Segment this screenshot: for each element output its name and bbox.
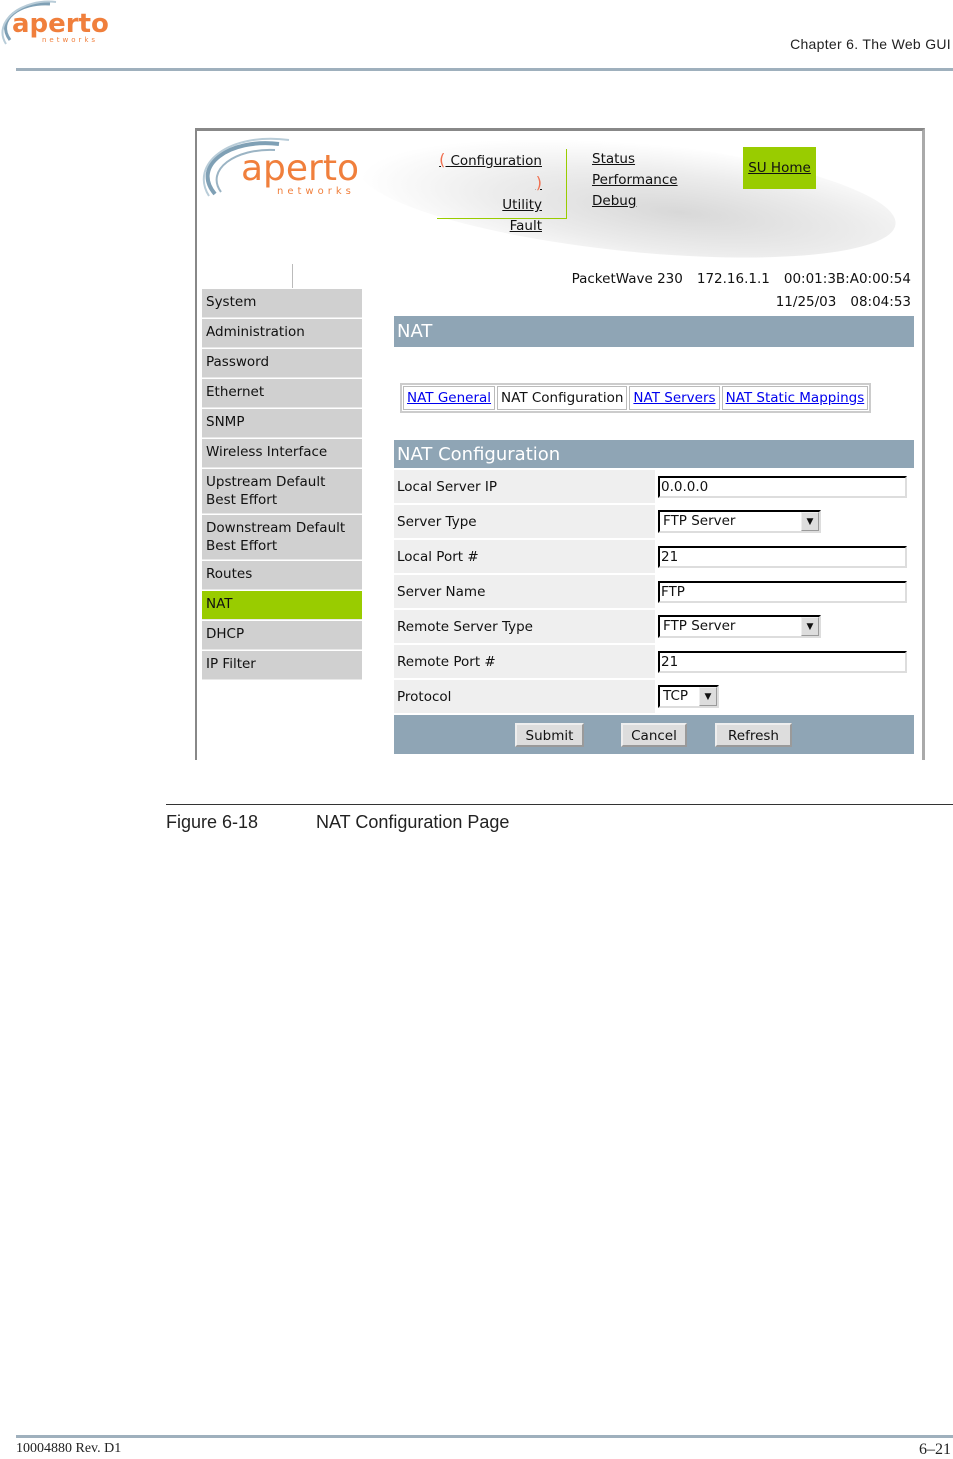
form-row: Local Server IP 0.0.0.0: [394, 470, 914, 503]
form-row: Server Name FTP: [394, 575, 914, 608]
sidebar-item-upstream-default[interactable]: Upstream Default Best Effort: [202, 469, 362, 514]
device-date: 11/25/03: [775, 294, 837, 310]
cancel-button[interactable]: Cancel: [621, 723, 687, 747]
chevron-down-icon: ▼: [801, 617, 819, 636]
svg-text:aperto: aperto: [241, 148, 359, 189]
chapter-header: Chapter 6. The Web GUI: [790, 36, 951, 52]
field-label: Remote Server Type: [394, 610, 655, 643]
nav-configuration[interactable]: ( Configuration ): [437, 149, 542, 195]
sidebar-item-administration[interactable]: Administration: [202, 319, 362, 348]
divider: [292, 264, 293, 288]
web-gui-screenshot: aperto networks ( Configuration ) Utilit…: [195, 128, 925, 760]
nav-fault[interactable]: Fault: [437, 216, 542, 237]
submit-button[interactable]: Submit: [515, 723, 584, 747]
local-server-ip-input[interactable]: 0.0.0.0: [658, 475, 907, 498]
chevron-down-icon: ▼: [801, 512, 819, 531]
nav-status[interactable]: Status: [592, 149, 678, 170]
nav-group-status: Status Performance Debug: [592, 149, 678, 212]
nav-utility[interactable]: Utility: [437, 195, 542, 216]
form-row: Remote Port #21: [394, 645, 914, 678]
figure-rule: [166, 804, 953, 805]
server-name-input[interactable]: FTP: [658, 580, 907, 603]
sidebar-item-system[interactable]: System: [202, 289, 362, 318]
tab-nat-general[interactable]: NAT General: [407, 390, 491, 406]
section-title: NAT: [394, 316, 914, 347]
sidebar-item-downstream-default[interactable]: Downstream Default Best Effort: [202, 515, 362, 560]
sidebar-item-nat[interactable]: NAT: [202, 591, 362, 620]
footer-page-number: 6–21: [919, 1441, 951, 1458]
server-type-select[interactable]: FTP Server ▼: [658, 510, 821, 533]
device-info: PacketWave 230 172.16.1.1 00:01:3B:A0:00:5…: [558, 268, 911, 314]
field-label: Protocol: [394, 680, 655, 713]
form-row: Server Type FTP Server ▼: [394, 505, 914, 538]
form-title: NAT Configuration: [394, 440, 914, 468]
nav-performance[interactable]: Performance: [592, 170, 678, 191]
field-label: Local Port #: [394, 540, 655, 573]
figure-title: NAT Configuration Page: [316, 812, 510, 832]
figure-label: Figure 6-18: [166, 812, 259, 832]
nav-group-config: ( Configuration ) Utility Fault: [437, 149, 567, 234]
form-row: Local Port #21: [394, 540, 914, 573]
header-rule: [16, 68, 953, 71]
sidebar-item-dhcp[interactable]: DHCP: [202, 621, 362, 650]
device-model: PacketWave 230: [571, 271, 683, 287]
tab-nat-static-mappings[interactable]: NAT Static Mappings: [726, 390, 865, 406]
sidebar-item-ip-filter[interactable]: IP Filter: [202, 651, 362, 680]
form-row: Remote Server Type FTP Server ▼: [394, 610, 914, 643]
sidebar: System Administration Password Ethernet …: [202, 289, 362, 681]
field-label: Local Server IP: [394, 470, 655, 503]
nat-tabs: NAT General NAT Configuration NAT Server…: [400, 383, 872, 413]
sidebar-item-password[interactable]: Password: [202, 349, 362, 378]
sidebar-item-snmp[interactable]: SNMP: [202, 409, 362, 438]
refresh-button[interactable]: Refresh: [715, 723, 792, 747]
sidebar-item-ethernet[interactable]: Ethernet: [202, 379, 362, 408]
chevron-down-icon: ▼: [699, 687, 717, 706]
form-row: Protocol TCP ▼: [394, 680, 914, 713]
document-page: aperto networks Chapter 6. The Web GUI a…: [0, 0, 953, 1459]
field-label: Remote Port #: [394, 645, 655, 678]
nat-config-form: Local Server IP 0.0.0.0 Server Type FTP Se…: [394, 468, 914, 715]
su-home-button[interactable]: SU Home: [743, 147, 816, 189]
aperto-logo: aperto networks: [1, 0, 109, 45]
footer-doc-number: 10004880 Rev. D1: [16, 1441, 122, 1456]
aperto-logo: aperto networks: [202, 137, 359, 197]
device-ip: 172.16.1.1: [696, 271, 770, 287]
device-time: 08:04:53: [850, 294, 911, 310]
svg-text:networks: networks: [42, 36, 98, 44]
field-label: Server Type: [394, 505, 655, 538]
svg-text:networks: networks: [277, 186, 355, 197]
remote-port-input[interactable]: 21: [658, 650, 907, 673]
footer-rule: [16, 1435, 953, 1438]
sidebar-item-wireless-interface[interactable]: Wireless Interface: [202, 439, 362, 468]
field-label: Server Name: [394, 575, 655, 608]
tab-nat-configuration[interactable]: NAT Configuration: [497, 386, 628, 410]
remote-server-type-select[interactable]: FTP Server ▼: [658, 615, 821, 638]
nav-debug[interactable]: Debug: [592, 191, 678, 212]
tab-nat-servers[interactable]: NAT Servers: [633, 390, 715, 406]
svg-text:aperto: aperto: [12, 9, 109, 39]
local-port-input[interactable]: 21: [658, 545, 907, 568]
sidebar-item-routes[interactable]: Routes: [202, 561, 362, 590]
button-bar: Submit Cancel Refresh: [394, 715, 914, 754]
protocol-select[interactable]: TCP ▼: [658, 685, 719, 708]
device-mac: 00:01:3B:A0:00:54: [783, 271, 911, 287]
